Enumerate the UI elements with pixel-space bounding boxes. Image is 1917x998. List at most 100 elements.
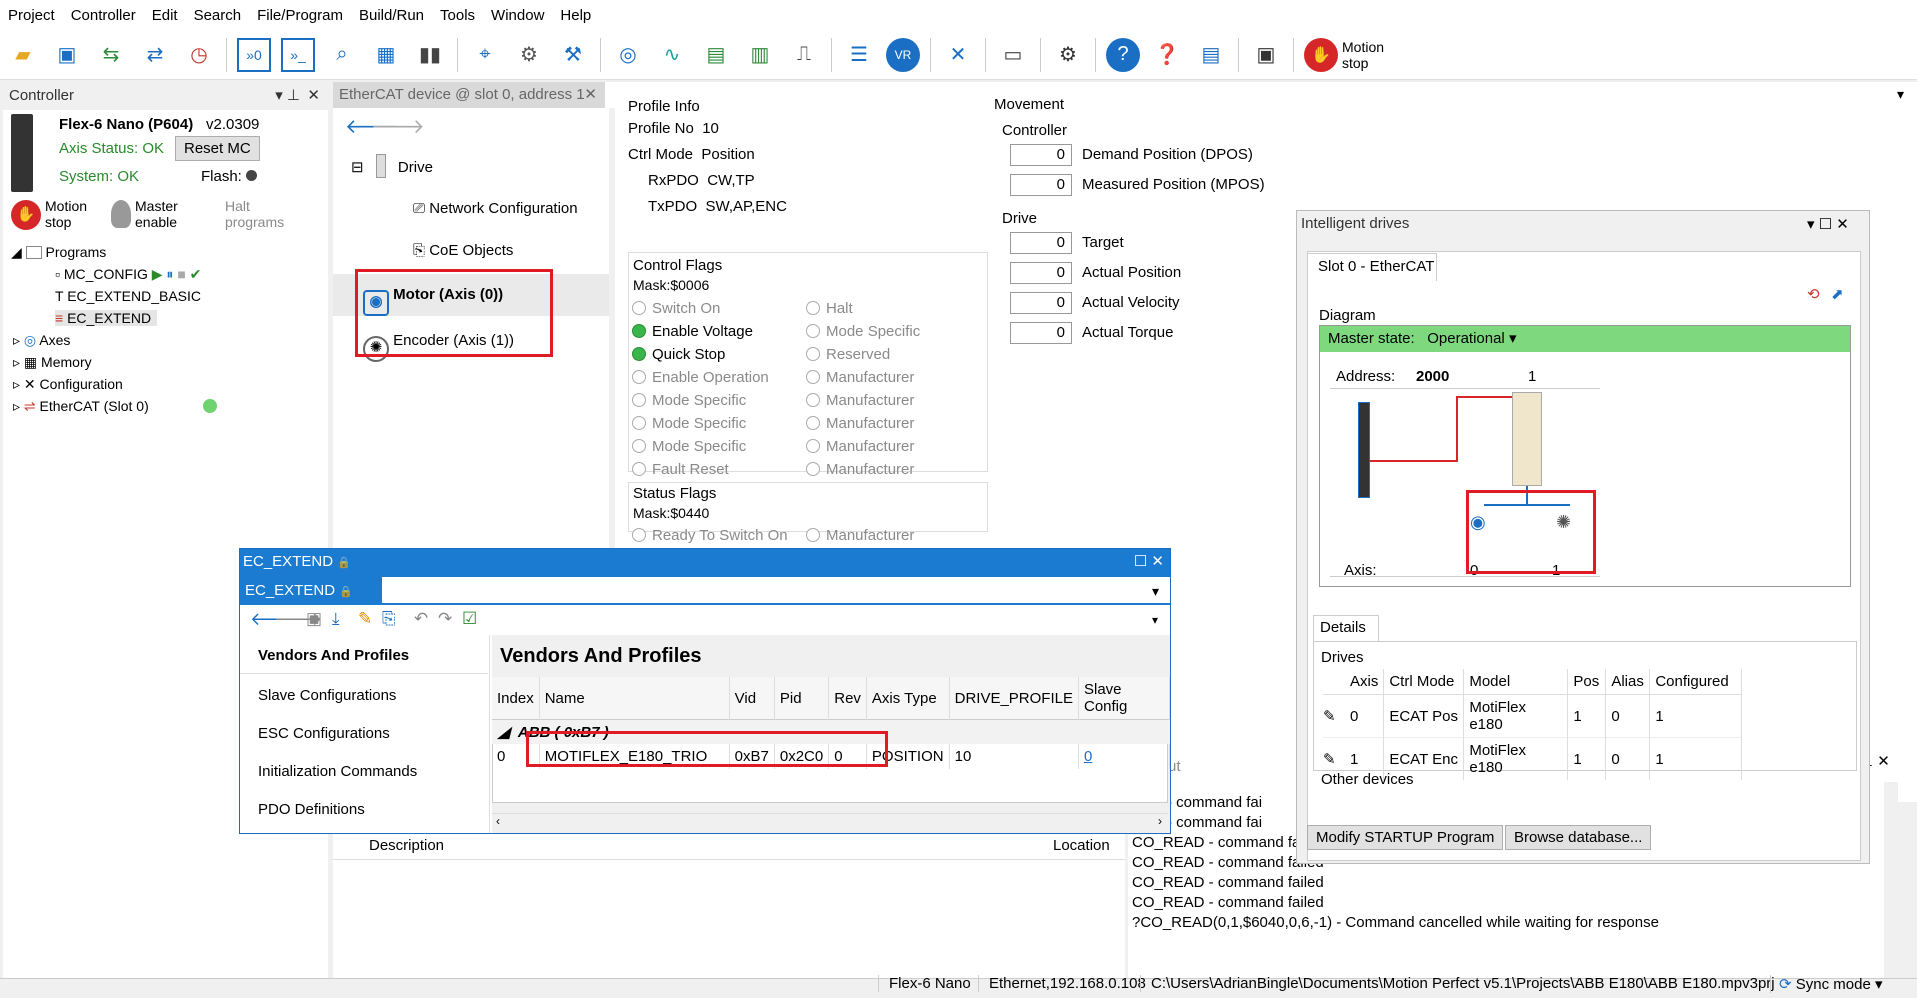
menu-help[interactable]: Help xyxy=(552,7,599,24)
refresh-icon[interactable]: ⟲ xyxy=(1807,285,1820,303)
col-index[interactable]: Index xyxy=(492,677,540,720)
robot-icon[interactable]: ⚙ xyxy=(512,38,546,72)
sidebar-init-commands[interactable]: Initialization Commands xyxy=(258,763,417,780)
tree-ec-extend-basic[interactable]: T EC_EXTEND_BASIC xyxy=(55,288,201,304)
tab-close-icon[interactable]: ✕ xyxy=(584,82,597,108)
col-rev[interactable]: Rev xyxy=(828,677,867,720)
slave-config-link[interactable]: 0 xyxy=(1078,744,1171,769)
tree-ethercat[interactable]: ▹ ⇌ EtherCAT (Slot 0) xyxy=(13,398,217,415)
vr-table-icon[interactable]: ▥ xyxy=(743,38,777,72)
nav-coe-objects[interactable]: ⎘ CoE Objects xyxy=(413,242,513,259)
reset-mc-button[interactable]: Reset MC xyxy=(175,136,260,161)
menu-tools[interactable]: Tools xyxy=(432,7,483,24)
col-name[interactable]: Name xyxy=(539,677,730,720)
master-state-bar[interactable]: Master state: Operational ▾ xyxy=(1320,326,1850,352)
tab-menu-icon[interactable]: ▾ xyxy=(1152,583,1159,600)
check-icon[interactable]: ☑ xyxy=(462,609,477,629)
help-icon[interactable]: ? xyxy=(1106,37,1140,72)
memory-icon[interactable]: ▦ xyxy=(369,38,403,72)
bulb-icon[interactable] xyxy=(111,200,131,228)
col-drive-profile[interactable]: DRIVE_PROFILE xyxy=(949,677,1079,720)
close-icon[interactable]: ✕ xyxy=(307,82,320,110)
table-row[interactable]: ✎ 0 ECAT Pos MotiFlex e180 1 0 1 xyxy=(1323,694,1743,738)
toolbar-menu-icon[interactable]: ▾ xyxy=(1152,613,1158,627)
tree-memory[interactable]: ▹ ▦ Memory xyxy=(13,354,92,371)
arm-icon[interactable]: ⚒ xyxy=(556,38,590,72)
horizontal-scrollbar[interactable]: ‹ › xyxy=(492,813,1168,831)
col-pos[interactable]: Pos xyxy=(1567,669,1607,695)
clock-icon[interactable]: ◷ xyxy=(182,38,216,72)
col-alias[interactable]: Alias xyxy=(1605,669,1651,695)
modify-startup-button[interactable]: Modify STARTUP Program xyxy=(1307,825,1504,850)
doc-menu-icon[interactable]: ▾ xyxy=(1897,86,1904,103)
check-icon[interactable]: ✔ xyxy=(190,266,202,282)
menu-search[interactable]: Search xyxy=(186,7,250,24)
redo-icon[interactable]: ↷ xyxy=(438,609,452,629)
tree-ec-extend[interactable]: ≡ EC_EXTEND xyxy=(55,310,158,326)
graph-icon[interactable]: ⎍ xyxy=(787,38,821,72)
search-folder-icon[interactable]: ⌕ xyxy=(325,38,359,72)
terminal-zero-icon[interactable]: »0 xyxy=(237,37,271,72)
sidebar-vendors[interactable]: Vendors And Profiles xyxy=(258,647,409,664)
col-axis-type[interactable]: Axis Type xyxy=(866,677,950,720)
col-configured[interactable]: Configured xyxy=(1649,669,1743,695)
sync-icon[interactable]: ⇄ xyxy=(138,38,172,72)
save-icon[interactable]: ▣ xyxy=(50,38,84,72)
col-model[interactable]: Model xyxy=(1463,669,1569,695)
help-doc-icon[interactable]: ❓ xyxy=(1150,38,1184,72)
open-folder-icon[interactable]: ▰ xyxy=(6,38,40,72)
col-axis[interactable]: Axis xyxy=(1345,669,1385,695)
menu-controller[interactable]: Controller xyxy=(63,7,144,24)
menu-file-program[interactable]: File/Program xyxy=(249,7,351,24)
iec-icon[interactable]: ▤ xyxy=(1194,38,1228,72)
ethercat-tab[interactable]: EtherCAT device @ slot 0, address 1 ✕ xyxy=(333,82,605,108)
motion-stop-icon[interactable]: ✋ xyxy=(1304,37,1338,72)
io-icon[interactable]: ▮▮ xyxy=(413,38,447,72)
slot0-tab[interactable]: Slot 0 - EtherCAT xyxy=(1307,253,1437,281)
edit-icon[interactable]: ✎ xyxy=(358,609,372,629)
screen-settings-icon[interactable]: ▣ xyxy=(1249,38,1283,72)
pin-icon[interactable]: ▾ ⊥ xyxy=(275,82,300,110)
sidebar-esc-configs[interactable]: ESC Configurations xyxy=(258,725,390,742)
import-icon[interactable]: ⤓ xyxy=(332,609,340,629)
table-icon[interactable]: ▤ xyxy=(699,38,733,72)
output-scrollbar[interactable] xyxy=(1884,782,1898,978)
details-tab[interactable]: Details xyxy=(1313,615,1379,641)
connect-icon[interactable]: ⇆ xyxy=(94,38,128,72)
network-icon[interactable]: ⌖ xyxy=(468,38,502,72)
vr-icon[interactable]: VR xyxy=(886,37,920,72)
list-icon[interactable]: ☰ xyxy=(842,38,876,72)
sync-mode[interactable]: ⟳ Sync mode ▾ xyxy=(1770,975,1883,993)
edit-icon[interactable]: ✎ xyxy=(1323,695,1345,738)
stop-icon[interactable]: ■ xyxy=(177,266,185,282)
halt-programs-label[interactable]: Halt programs xyxy=(225,198,305,230)
ec-extend-tab[interactable]: EC_EXTEND 🔒 xyxy=(240,577,382,605)
menu-project[interactable]: Project xyxy=(0,7,63,24)
window-max-close[interactable]: ☐ ✕ xyxy=(1134,549,1164,575)
menu-build-run[interactable]: Build/Run xyxy=(351,7,432,24)
menu-window[interactable]: Window xyxy=(483,7,552,24)
col-ctrl-mode[interactable]: Ctrl Mode xyxy=(1383,669,1465,695)
nav-drive[interactable]: ⊟ Drive xyxy=(351,154,433,178)
window-controls[interactable]: ▾ ☐ ✕ xyxy=(1807,215,1849,233)
run-icon[interactable]: ▶ xyxy=(152,266,163,282)
menu-edit[interactable]: Edit xyxy=(144,7,186,24)
diagnostics-icon[interactable]: ✕ xyxy=(941,38,975,72)
sidebar-slave-configs[interactable]: Slave Configurations xyxy=(258,687,396,704)
export-icon[interactable]: ⬈ xyxy=(1831,285,1844,303)
forward-arrow-icon[interactable]: 🡒 xyxy=(371,114,425,139)
master-enable-label[interactable]: Master enable xyxy=(135,198,195,230)
motion-stop-label[interactable]: Motion stop xyxy=(45,198,105,230)
tree-mc-config[interactable]: ▫ MC_CONFIG ▶ ⏸ ■ ✔ xyxy=(55,266,201,283)
nav-network-config[interactable]: ⎚ Network Configuration xyxy=(413,200,578,217)
tree-programs[interactable]: ◢ Programs xyxy=(11,244,106,261)
oscilloscope-icon[interactable]: ∿ xyxy=(655,38,689,72)
motion-stop-icon[interactable]: ✋ xyxy=(11,200,41,230)
col-vid[interactable]: Vid xyxy=(729,677,775,720)
terminal-icon[interactable]: »_ xyxy=(281,37,315,72)
undo-icon[interactable]: ↶ xyxy=(414,609,428,629)
display-icon[interactable]: ▭ xyxy=(996,38,1030,72)
col-pid[interactable]: Pid xyxy=(774,677,830,720)
pause-icon[interactable]: ⏸ xyxy=(166,266,173,282)
browse-database-button[interactable]: Browse database... xyxy=(1505,825,1652,850)
